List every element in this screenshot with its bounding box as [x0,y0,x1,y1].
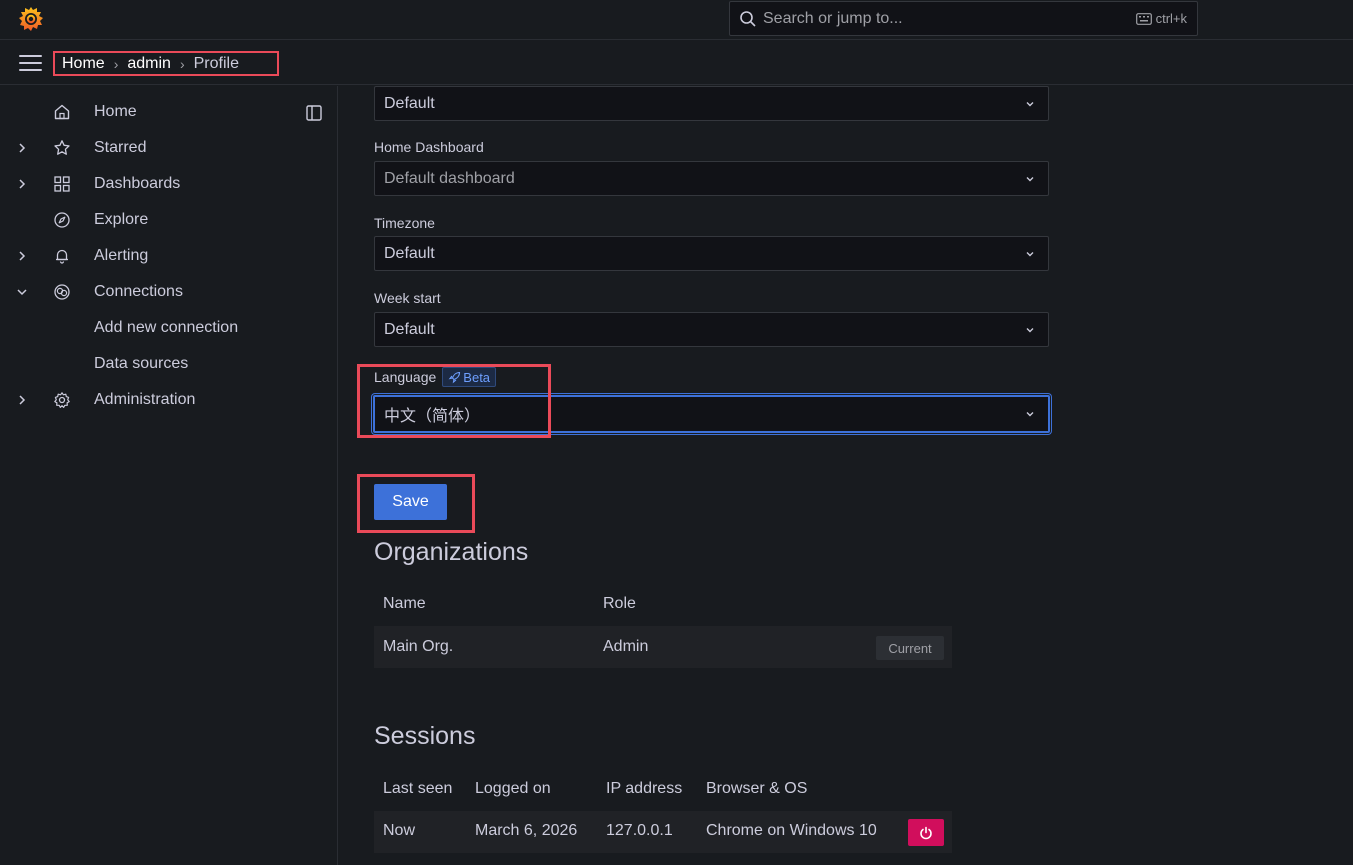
week-start-label: Week start [374,290,441,306]
sidebar-item-add-new-connection[interactable]: Add new connection [0,311,338,345]
sidebar-item-connections[interactable]: Connections [0,275,338,309]
breadcrumb-separator-icon: › [113,55,119,72]
sidebar-item-label: Connections [94,283,183,300]
breadcrumb-profile: Profile [193,54,239,72]
connections-icon [54,284,70,300]
chevron-right-icon[interactable] [16,178,28,190]
home-dashboard-label: Home Dashboard [374,139,484,155]
timezone-label: Timezone [374,215,435,231]
sidebar-item-administration[interactable]: Administration [0,383,338,417]
chevron-right-icon[interactable] [16,250,28,262]
chevron-right-icon[interactable] [16,394,28,406]
menu-toggle-icon[interactable] [19,55,42,71]
sidebar-item-label: Alerting [94,247,149,264]
timezone-select[interactable]: Default [374,236,1049,271]
sidebar-item-label: Add new connection [94,319,239,336]
language-highlight-box [357,364,551,438]
chevron-down-icon [1026,412,1034,417]
shortcut-text: ctrl+k [1155,11,1187,26]
shortcut-hint: ctrl+k [1135,11,1187,26]
theme-select[interactable]: Default [374,86,1049,121]
breadcrumb-admin[interactable]: admin [127,55,171,73]
sessions-heading: Sessions [374,722,476,750]
bell-icon [56,249,68,264]
session-logged-on-cell: March 6, 2026 [475,822,578,839]
week-start-select[interactable]: Default [374,312,1049,347]
sidebar-item-dashboards[interactable]: Dashboards [0,167,338,201]
apps-icon [54,176,70,192]
chevron-down-icon [1026,251,1034,256]
search-bar[interactable]: Search or jump to... ctrl+k [729,1,1198,36]
sidebar-item-label: Home [94,103,137,120]
session-column-browser: Browser & OS [706,780,808,797]
breadcrumb: Home › admin › Profile [53,51,279,76]
nav-bar: Home › admin › Profile [0,41,1353,85]
cog-icon [54,392,70,408]
chevron-down-icon [1026,327,1034,332]
compass-icon [54,212,70,228]
top-bar: Search or jump to... ctrl+k [0,0,1353,40]
breadcrumb-separator-icon: › [179,55,185,72]
home-dashboard-select[interactable]: Default dashboard [374,161,1049,196]
timezone-value: Default [384,244,435,262]
org-name-cell: Main Org. [383,638,454,655]
sidebar-item-label: Administration [94,391,196,408]
keyboard-icon [1135,12,1152,25]
search-placeholder: Search or jump to... [763,9,903,27]
org-column-role: Role [603,595,636,612]
sidebar-item-alerting[interactable]: Alerting [0,239,338,273]
grafana-logo-icon[interactable] [17,5,45,33]
org-column-name: Name [383,595,426,612]
chevron-down-icon[interactable] [16,286,28,298]
main-content: Default Home Dashboard Default dashboard… [339,86,1353,865]
power-icon [920,826,932,839]
chevron-down-icon [1026,176,1034,181]
session-ip-cell: 127.0.0.1 [606,822,673,839]
session-browser-cell: Chrome on Windows 10 [706,822,877,839]
sidebar: Home Starred Dashboards Explore Alerting… [0,86,338,865]
sidebar-item-explore[interactable]: Explore [0,203,338,237]
sidebar-item-label: Data sources [94,355,189,372]
home-icon [54,104,70,120]
home-dashboard-placeholder: Default dashboard [384,169,515,187]
star-icon [54,140,70,155]
session-last-seen-cell: Now [383,822,416,839]
sidebar-item-home[interactable]: Home [0,95,338,129]
save-button[interactable]: Save [374,484,447,520]
theme-value: Default [384,94,435,112]
session-column-logged-on: Logged on [475,780,551,797]
week-start-value: Default [384,320,435,338]
sidebar-item-starred[interactable]: Starred [0,131,338,165]
current-org-badge: Current [876,636,944,660]
breadcrumb-home[interactable]: Home [62,55,105,73]
organizations-heading: Organizations [374,538,529,566]
sidebar-item-label: Starred [94,139,147,156]
sidebar-item-label: Explore [94,211,149,228]
table-row [374,626,952,668]
chevron-down-icon [1026,101,1034,106]
sidebar-item-data-sources[interactable]: Data sources [0,347,338,381]
org-role-cell: Admin [603,638,649,655]
search-icon [740,10,756,27]
sidebar-item-label: Dashboards [94,175,181,192]
session-column-last-seen: Last seen [383,780,453,797]
revoke-session-button[interactable] [908,819,944,846]
session-column-ip: IP address [606,780,683,797]
chevron-right-icon[interactable] [16,142,28,154]
